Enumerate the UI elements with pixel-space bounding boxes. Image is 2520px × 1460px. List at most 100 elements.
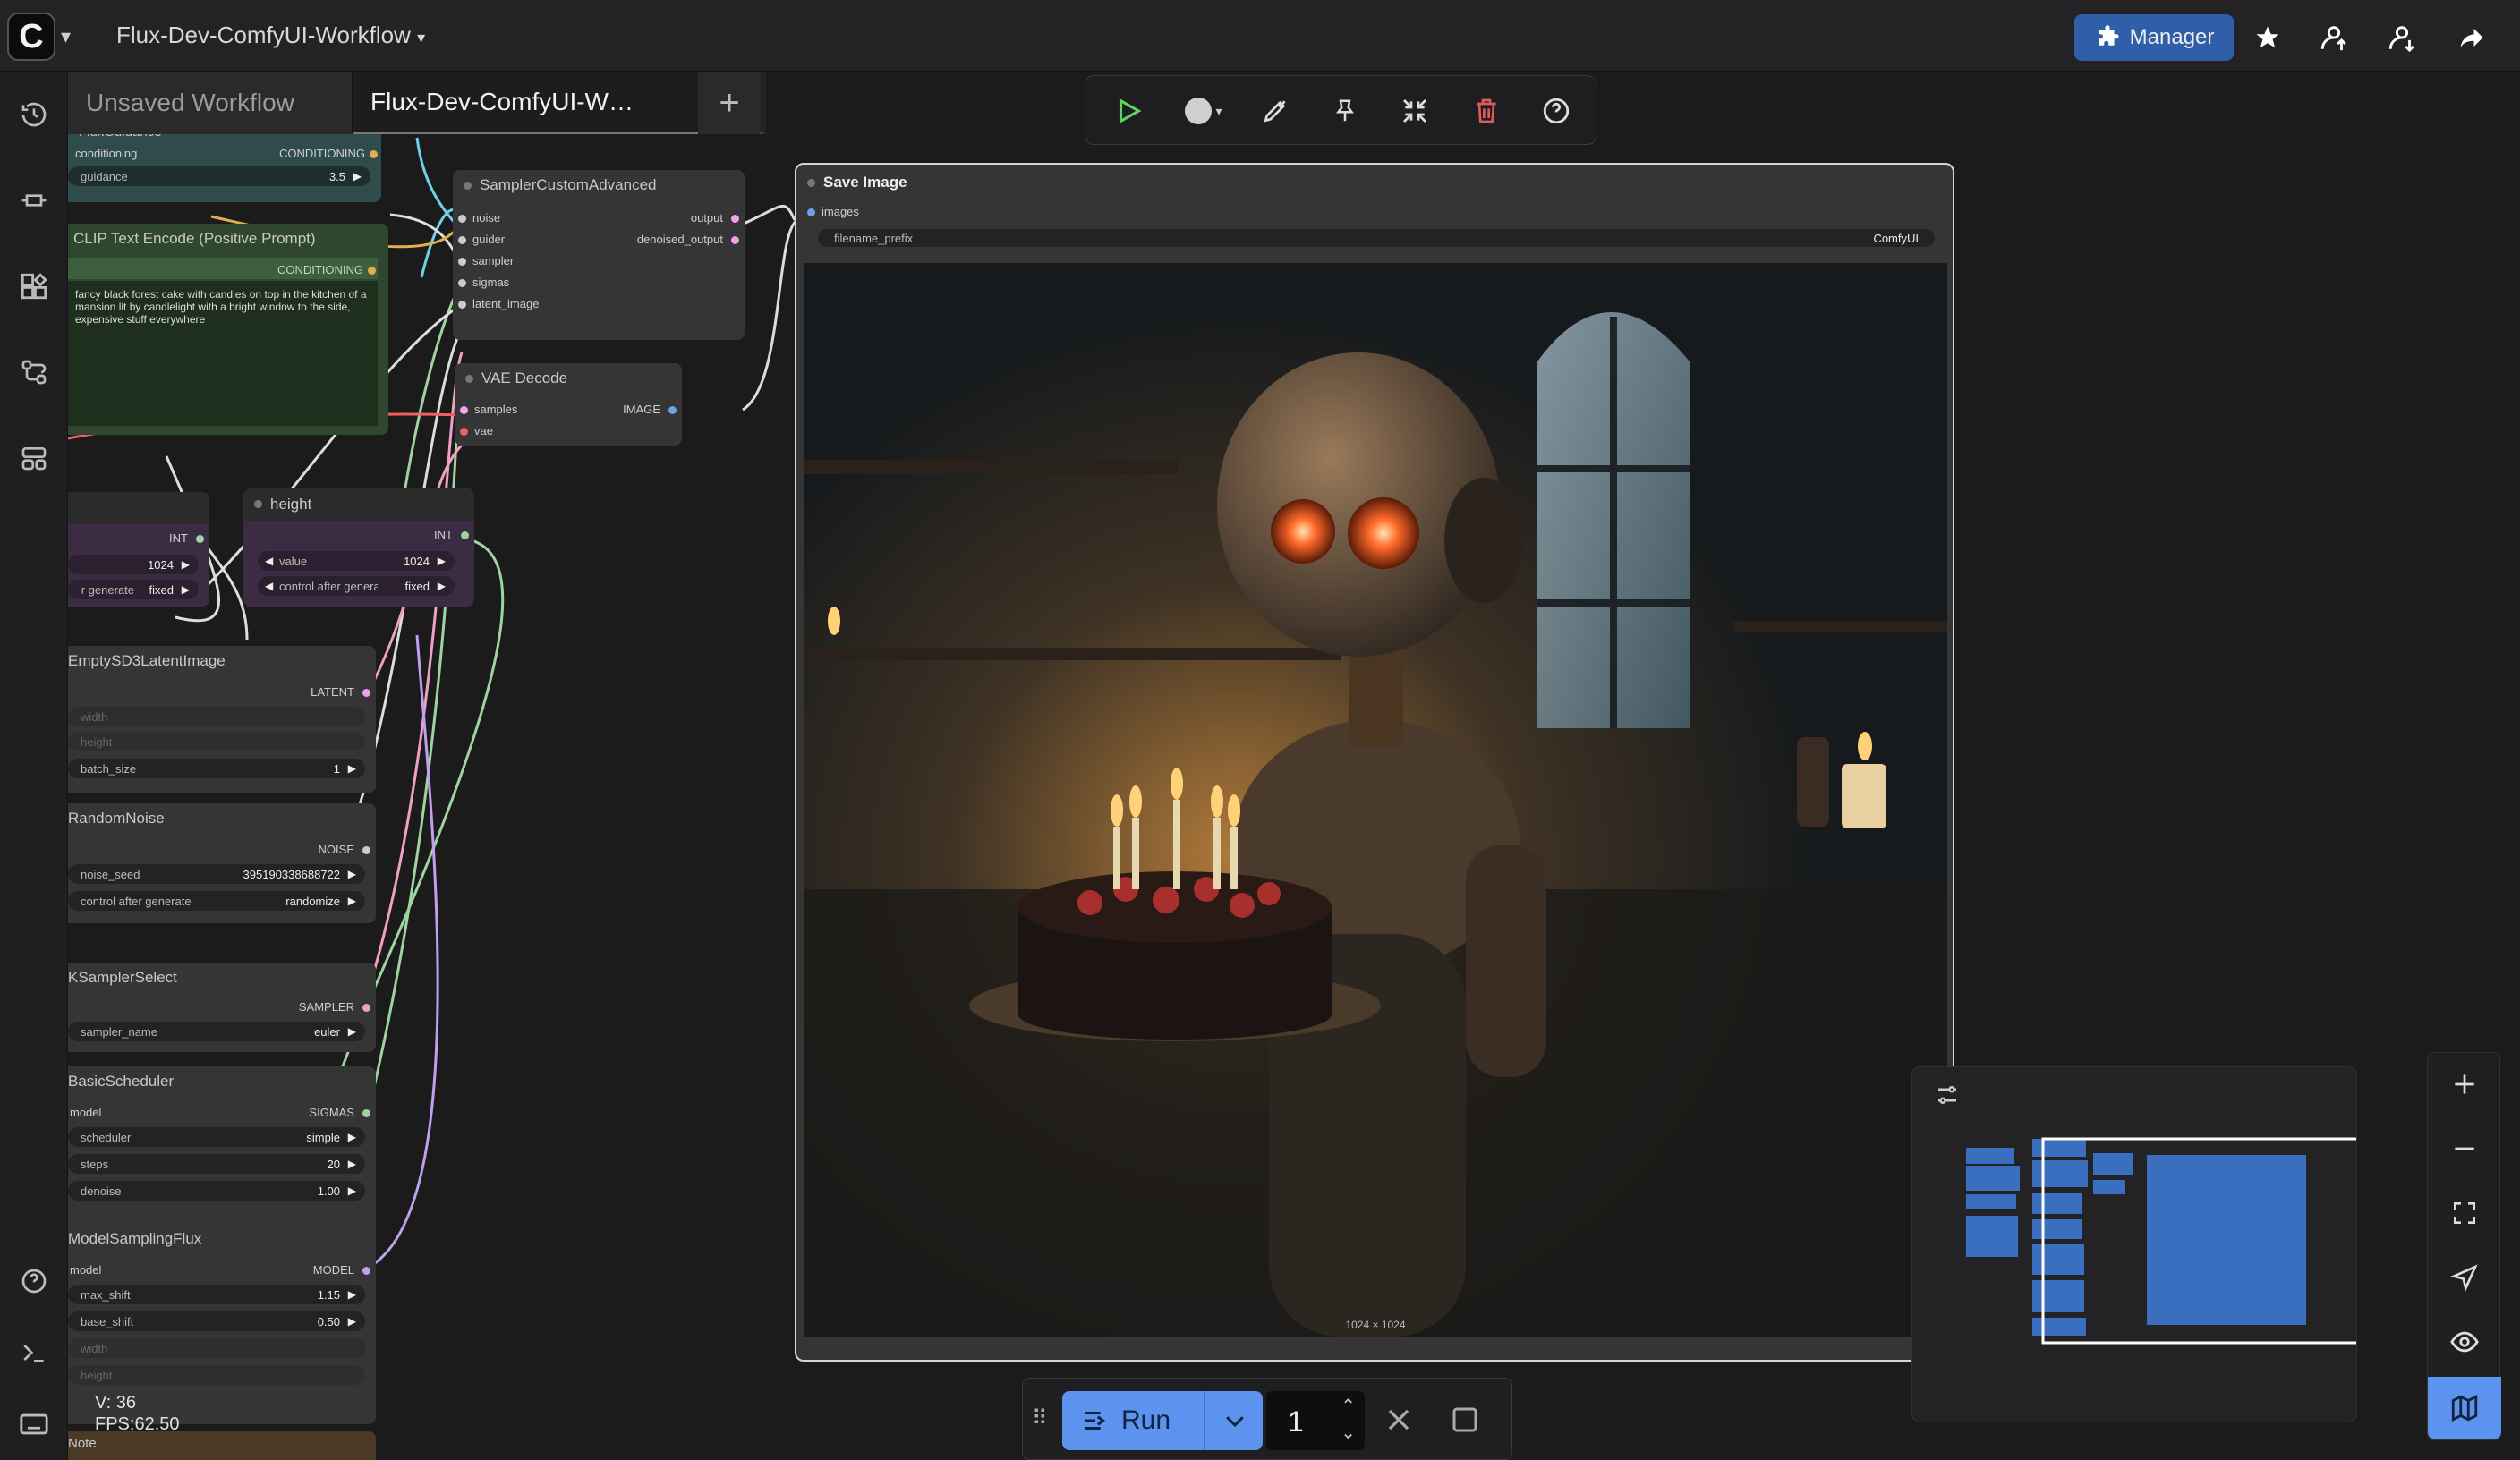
input-dot[interactable] — [458, 215, 466, 223]
share-icon[interactable] — [2448, 16, 2495, 59]
output-dot[interactable] — [461, 531, 469, 539]
input-dot[interactable] — [460, 428, 468, 436]
input-latent-image[interactable]: latent_image — [472, 297, 539, 310]
max-shift-widget[interactable]: max_shift 1.15 ▶ — [68, 1285, 365, 1304]
output-image[interactable]: IMAGE — [623, 403, 660, 416]
output-denoised[interactable]: denoised_output — [637, 233, 723, 246]
scheduler-widget[interactable]: scheduler simple ▶ — [68, 1127, 365, 1147]
output-dot[interactable] — [731, 215, 739, 223]
keyboard-icon[interactable] — [13, 1403, 55, 1446]
star-icon[interactable] — [2244, 16, 2291, 59]
vae-decode-node[interactable]: VAE Decode samples vae IMAGE — [455, 363, 682, 446]
input-sigmas[interactable]: sigmas — [472, 276, 509, 289]
note-node[interactable]: Note — [68, 1431, 376, 1460]
play-icon[interactable] — [1105, 89, 1152, 133]
templates-icon[interactable] — [13, 437, 55, 480]
height-node[interactable]: height INT ◀ value 1024 ▶ ◀ control after ge… — [243, 488, 474, 607]
input-dot[interactable] — [458, 258, 466, 266]
sampler-custom-advanced-node[interactable]: SamplerCustomAdvanced noise guider sampl… — [453, 170, 745, 340]
denoise-widget[interactable]: denoise 1.00 ▶ — [68, 1181, 365, 1201]
output-dot[interactable] — [368, 267, 376, 275]
output-dot[interactable] — [362, 1004, 370, 1012]
zoom-out-icon[interactable] — [2428, 1117, 2501, 1180]
input-dot[interactable] — [460, 406, 468, 414]
base-shift-widget[interactable]: base_shift 0.50 ▶ — [68, 1311, 365, 1331]
sampler-name-widget[interactable]: sampler_name euler ▶ — [68, 1022, 365, 1041]
input-sampler[interactable]: sampler — [472, 254, 514, 267]
flux-guidance-node[interactable]: FluxGuidance conditioning CONDITIONING g… — [68, 134, 381, 202]
collapse-icon[interactable] — [1392, 89, 1438, 133]
map-icon[interactable] — [2428, 1377, 2501, 1439]
input-dot[interactable] — [458, 236, 466, 244]
fit-view-icon[interactable] — [2428, 1182, 2501, 1244]
width-value-widget[interactable]: 1024 ▶ — [68, 555, 199, 574]
output-dot[interactable] — [362, 1267, 370, 1275]
zoom-in-icon[interactable] — [2428, 1053, 2501, 1116]
workflows-icon[interactable] — [13, 351, 55, 394]
user-icon[interactable] — [2311, 16, 2357, 59]
output-output[interactable]: output — [691, 211, 723, 225]
eye-icon[interactable] — [2428, 1311, 2501, 1373]
input-vae[interactable]: vae — [474, 424, 493, 437]
question-icon[interactable] — [1533, 89, 1579, 133]
output-dot[interactable] — [731, 236, 739, 244]
input-images[interactable]: images — [822, 205, 859, 218]
model-library-icon[interactable] — [13, 265, 55, 308]
random-noise-node[interactable]: RandomNoise NOISE noise_seed 395190338688… — [68, 803, 376, 923]
console-icon[interactable] — [13, 1331, 55, 1374]
output-latent[interactable]: LATENT — [311, 685, 354, 699]
output-int[interactable]: INT — [434, 528, 453, 541]
prompt-textarea[interactable]: fancy black forest cake with candles on … — [68, 281, 378, 426]
input-model[interactable]: model — [70, 1263, 101, 1277]
output-conditioning[interactable]: CONDITIONING — [277, 263, 363, 276]
output-noise[interactable]: NOISE — [319, 843, 354, 856]
drag-handle-icon[interactable]: ⠿ — [1032, 1405, 1048, 1431]
trash-icon[interactable] — [1463, 89, 1510, 133]
output-dot[interactable] — [362, 846, 370, 854]
input-dot[interactable] — [458, 279, 466, 287]
noise-control-widget[interactable]: control after generate randomize ▶ — [68, 891, 365, 911]
input-model[interactable]: model — [70, 1106, 101, 1119]
ksampler-select-node[interactable]: KSamplerSelect SAMPLER sampler_name euler… — [68, 963, 376, 1052]
manager-button[interactable]: Manager — [2074, 14, 2234, 61]
comfy-logo-icon[interactable]: C — [7, 13, 55, 61]
output-sigmas[interactable]: SIGMAS — [309, 1106, 354, 1119]
steps-widget[interactable]: steps 20 ▶ — [68, 1154, 365, 1174]
input-dot[interactable] — [807, 208, 815, 216]
batch-size-widget[interactable]: batch_size 1 ▶ — [68, 759, 365, 778]
generated-image[interactable]: 1024 × 1024 — [804, 263, 1947, 1337]
input-dot[interactable] — [458, 301, 466, 309]
run-options-button[interactable] — [1207, 1391, 1263, 1450]
chevron-down-icon[interactable]: ▾ — [61, 25, 71, 48]
width-node[interactable]: INT 1024▶ control after generatefixed▶ — [68, 492, 209, 607]
workflow-title[interactable]: Flux-Dev-ComfyUI-Workflow ▾ — [116, 21, 425, 49]
tab-unsaved-workflow[interactable]: Unsaved Workflow — [68, 72, 353, 134]
batch-count-input[interactable]: 1 ⌃ ⌄ — [1266, 1391, 1365, 1450]
history-icon[interactable] — [13, 93, 55, 136]
stop-icon[interactable] — [1449, 1404, 1481, 1440]
new-tab-button[interactable]: + — [698, 72, 761, 134]
color-picker-button[interactable]: ▾ — [1173, 89, 1234, 133]
pin-icon[interactable] — [1322, 89, 1368, 133]
output-dot[interactable] — [196, 535, 204, 543]
output-sampler[interactable]: SAMPLER — [299, 1000, 354, 1014]
output-int[interactable]: INT — [169, 531, 188, 545]
locate-icon[interactable] — [2428, 1246, 2501, 1309]
increment-icon[interactable]: ⌃ — [1341, 1395, 1356, 1417]
output-dot[interactable] — [362, 689, 370, 697]
input-conditioning[interactable]: conditioning — [75, 147, 137, 160]
input-noise[interactable]: noise — [472, 211, 500, 225]
help-icon[interactable] — [13, 1260, 55, 1303]
cancel-icon[interactable] — [1381, 1402, 1417, 1442]
guidance-widget[interactable]: guidance 3.5 ▶ — [68, 166, 370, 186]
input-samples[interactable]: samples — [474, 403, 517, 416]
noise-seed-widget[interactable]: noise_seed 395190338688722 ▶ — [68, 864, 365, 884]
clip-text-encode-node[interactable]: CLIP Text Encode (Positive Prompt) CONDI… — [68, 224, 388, 435]
width-control-widget[interactable]: control after generatefixed▶ — [68, 580, 199, 599]
output-conditioning[interactable]: CONDITIONING — [279, 147, 365, 160]
output-dot[interactable] — [668, 406, 677, 414]
output-dot[interactable] — [370, 150, 378, 158]
height-value-widget[interactable]: ◀ value 1024 ▶ — [258, 551, 455, 571]
decrement-icon[interactable]: ⌄ — [1341, 1422, 1356, 1444]
empty-sd3-latent-node[interactable]: EmptySD3LatentImage LATENT width height … — [68, 646, 376, 793]
